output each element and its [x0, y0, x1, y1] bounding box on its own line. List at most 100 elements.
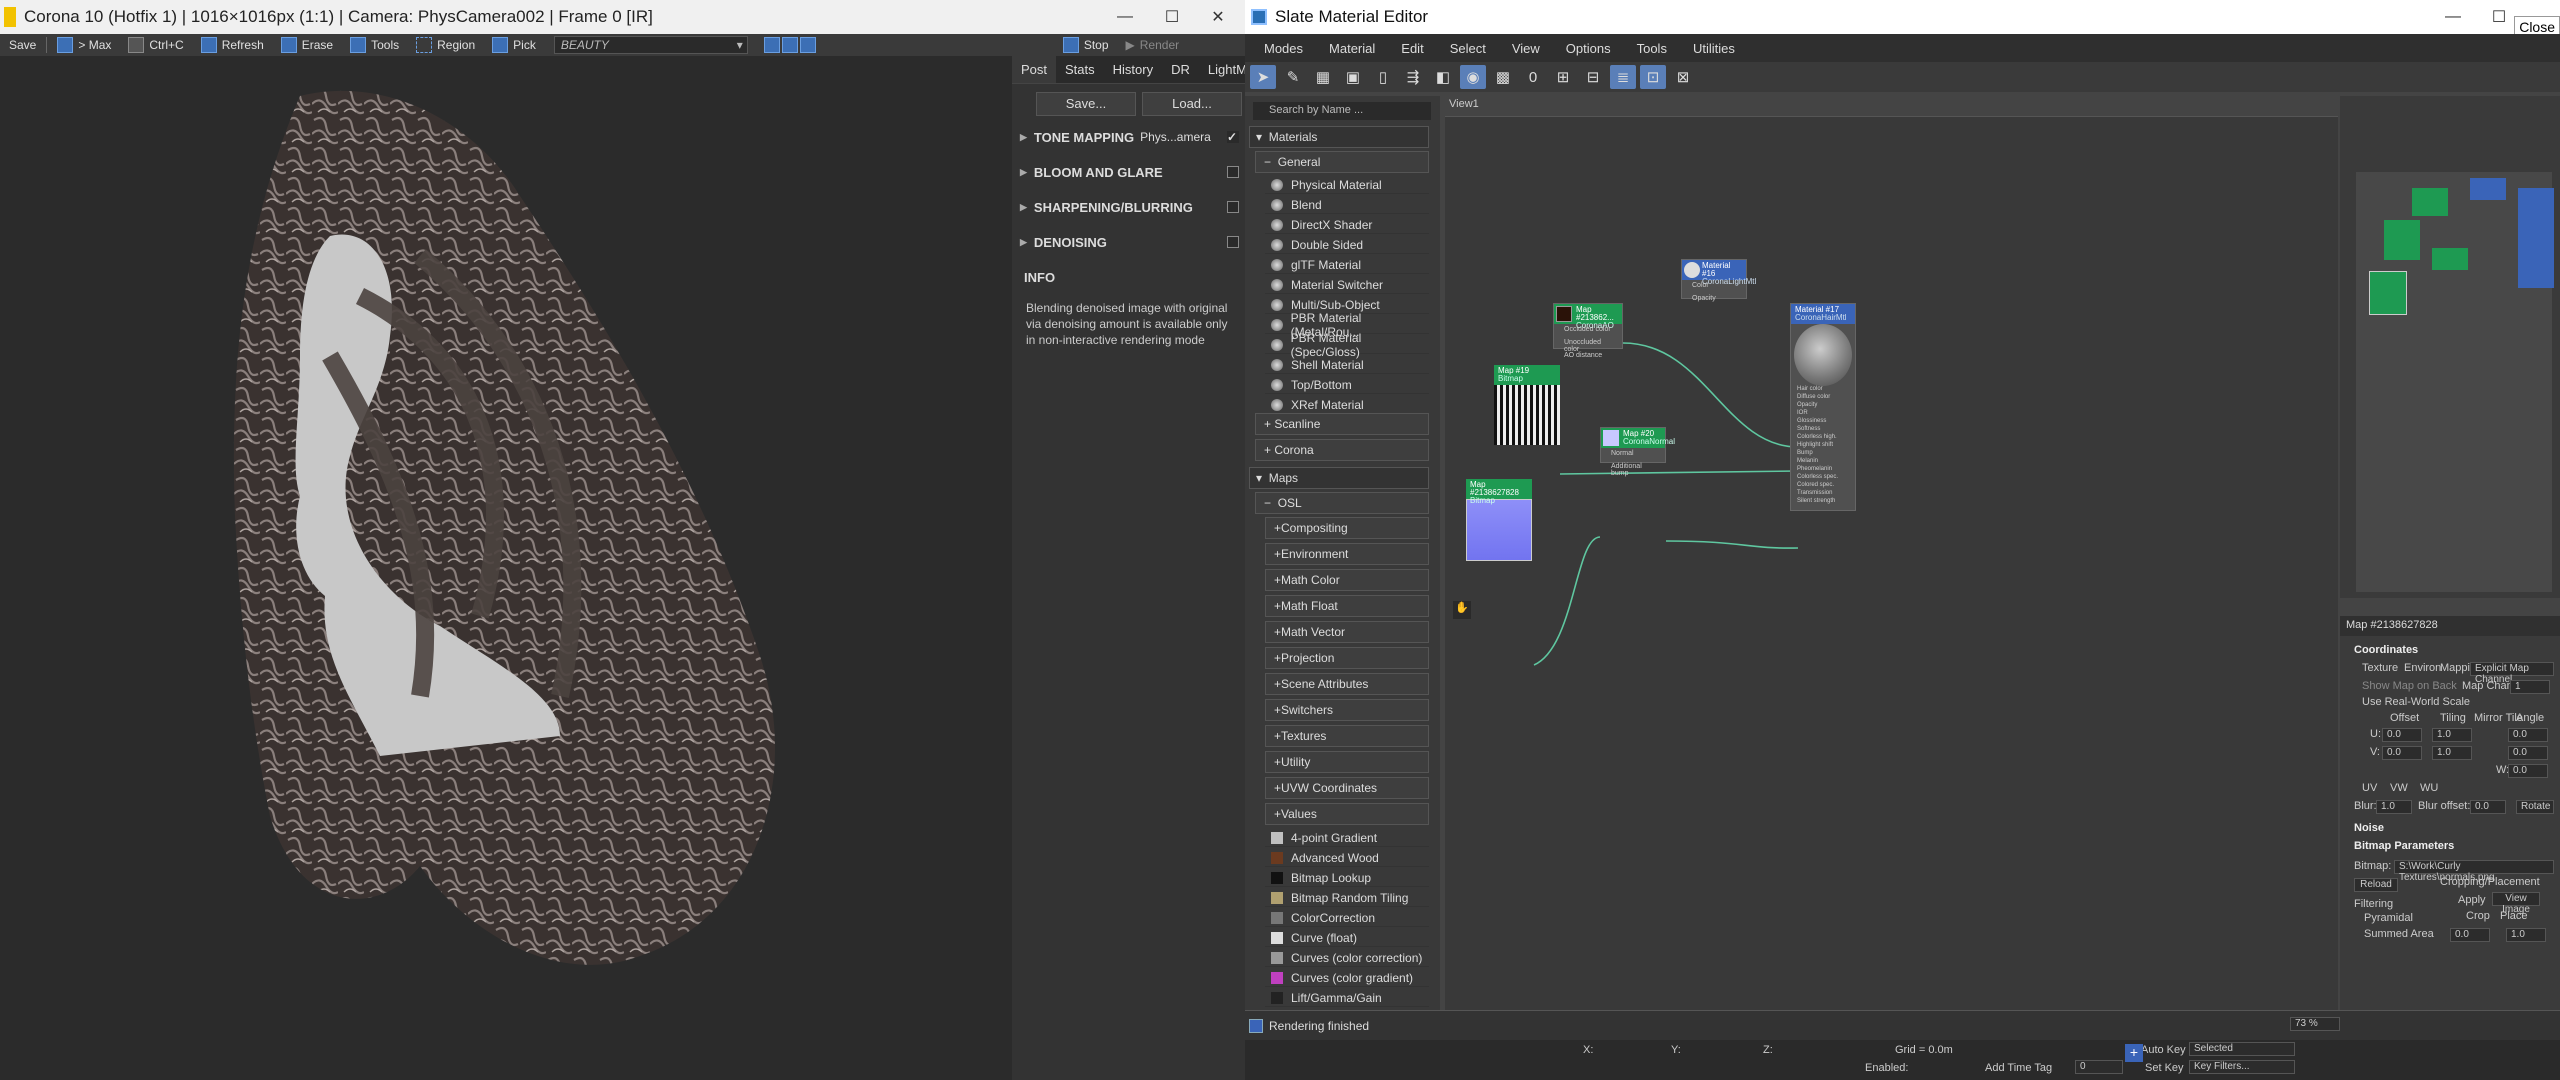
- summed-area-radio[interactable]: Summed Area: [2364, 928, 2434, 940]
- slot-normal[interactable]: Normal: [1601, 448, 1665, 461]
- maps-rollout[interactable]: ▾ Maps: [1249, 467, 1429, 489]
- osl-category[interactable]: + Textures: [1265, 725, 1429, 747]
- map-channel-input[interactable]: 1: [2510, 680, 2550, 694]
- menu-edit[interactable]: Edit: [1388, 41, 1436, 56]
- noise-rollout[interactable]: Noise: [2354, 822, 2384, 834]
- menu-modes[interactable]: Modes: [1251, 41, 1316, 56]
- save-button[interactable]: Save: [2, 35, 43, 55]
- rotate-button[interactable]: Rotate: [2516, 800, 2554, 814]
- blur-offset-input[interactable]: 0.0: [2470, 800, 2506, 814]
- tab-stats[interactable]: Stats: [1056, 56, 1104, 83]
- menu-view[interactable]: View: [1499, 41, 1553, 56]
- render-pass-dropdown[interactable]: BEAUTY: [553, 36, 748, 54]
- post-load-button[interactable]: Load...: [1142, 92, 1242, 116]
- hair-slot[interactable]: Diffuse color: [1791, 394, 1855, 402]
- new-key-icon[interactable]: +: [2125, 1044, 2143, 1062]
- menu-material[interactable]: Material: [1316, 41, 1388, 56]
- move-children-icon[interactable]: ⇶: [1400, 65, 1426, 89]
- hair-slot[interactable]: Highlight shift: [1791, 442, 1855, 450]
- view-image-button[interactable]: View Image: [2492, 892, 2540, 915]
- tools-button[interactable]: Tools: [343, 35, 406, 55]
- material-item[interactable]: XRef Material: [1265, 396, 1429, 414]
- node-corona-normal[interactable]: Map #20 CoronaNormal Normal Additional bu…: [1600, 427, 1675, 477]
- node-corona-ao[interactable]: Map #213862... CoronaAO Occluded color Un…: [1553, 303, 1623, 359]
- texture-radio[interactable]: Texture: [2362, 662, 2398, 674]
- node-view[interactable]: Map #213862... CoronaAO Occluded color Un…: [1445, 116, 2338, 1010]
- hair-slot[interactable]: Hair color: [1791, 386, 1855, 394]
- map-item[interactable]: Curve (float): [1265, 929, 1429, 947]
- map-item[interactable]: ColorCorrection: [1265, 909, 1429, 927]
- map-item[interactable]: Curves (color gradient): [1265, 969, 1429, 987]
- osl-group[interactable]: − OSL: [1255, 492, 1429, 514]
- set-key-button[interactable]: Set Key: [2145, 1062, 2184, 1074]
- put-material-icon[interactable]: ▦: [1310, 65, 1336, 89]
- wu-radio[interactable]: WU: [2420, 782, 2438, 794]
- stop-button[interactable]: Stop: [1056, 35, 1116, 55]
- parameter-editor-icon[interactable]: ⊡: [1640, 65, 1666, 89]
- v-tiling-input[interactable]: 1.0: [2432, 746, 2472, 760]
- hair-slot[interactable]: Colored spec.: [1791, 482, 1855, 490]
- minimize-icon[interactable]: —: [1107, 4, 1143, 30]
- show-map-icon[interactable]: ◧: [1430, 65, 1456, 89]
- u-angle-input[interactable]: 0.0: [2508, 728, 2548, 742]
- select-arrow-icon[interactable]: ➤: [1250, 65, 1276, 89]
- place-radio[interactable]: Place: [2500, 910, 2528, 922]
- map-item[interactable]: 4-point Gradient: [1265, 829, 1429, 847]
- reload-button[interactable]: Reload: [2354, 878, 2398, 892]
- maximize-icon[interactable]: ☐: [2481, 4, 2517, 30]
- copy-button[interactable]: Ctrl+C: [121, 35, 190, 55]
- osl-category[interactable]: + Math Vector: [1265, 621, 1429, 643]
- slot-ao-distance[interactable]: AO distance: [1554, 350, 1622, 363]
- assign-material-icon[interactable]: ▣: [1340, 65, 1366, 89]
- param-map-name[interactable]: Map #2138627828: [2340, 616, 2560, 636]
- material-item[interactable]: Shell Material: [1265, 356, 1429, 374]
- maximize-icon[interactable]: ☐: [1154, 4, 1190, 30]
- denoising-checkbox[interactable]: [1227, 236, 1239, 248]
- bitmap-params-rollout[interactable]: Bitmap Parameters: [2354, 840, 2454, 852]
- u-offset-input[interactable]: 0.0: [2382, 728, 2422, 742]
- material-item[interactable]: Top/Bottom: [1265, 376, 1429, 394]
- hair-slot[interactable]: Transmission: [1791, 490, 1855, 498]
- hair-slot[interactable]: Colorless spec.: [1791, 474, 1855, 482]
- bitmap-path-button[interactable]: S:\Work\Curly Textures\normals.png: [2394, 860, 2554, 883]
- osl-category[interactable]: + Scene Attributes: [1265, 673, 1429, 695]
- hand-pan-icon[interactable]: ✋: [1453, 601, 1471, 619]
- osl-category[interactable]: + UVW Coordinates: [1265, 777, 1429, 799]
- map-item[interactable]: Bitmap Lookup: [1265, 869, 1429, 887]
- key-filters-button[interactable]: Key Filters...: [2189, 1060, 2295, 1074]
- u-tiling-input[interactable]: 1.0: [2432, 728, 2472, 742]
- corona-group[interactable]: + Corona: [1255, 439, 1429, 461]
- material-item[interactable]: glTF Material: [1265, 256, 1429, 274]
- frame-input[interactable]: 0: [2075, 1060, 2123, 1074]
- apply-checkbox[interactable]: Apply: [2458, 894, 2486, 906]
- zoom-level[interactable]: 73 %: [2290, 1017, 2340, 1031]
- material-parameter-editor-icon[interactable]: ≣: [1610, 65, 1636, 89]
- post-save-button[interactable]: Save...: [1036, 92, 1136, 116]
- crop-radio[interactable]: Crop: [2466, 910, 2490, 922]
- to-max-button[interactable]: > Max: [50, 35, 118, 55]
- real-world-checkbox[interactable]: Use Real-World Scale: [2362, 696, 2470, 708]
- refresh-button[interactable]: Refresh: [194, 35, 271, 55]
- uv-radio[interactable]: UV: [2362, 782, 2377, 794]
- region-button[interactable]: Region: [409, 35, 482, 55]
- search-input[interactable]: Search by Name ...: [1253, 102, 1431, 120]
- hair-slot[interactable]: Glossiness: [1791, 418, 1855, 426]
- v-offset-input[interactable]: 0.0: [2382, 746, 2422, 760]
- hair-slot[interactable]: Pheomelanin: [1791, 466, 1855, 474]
- node-hair-material[interactable]: Material #17 CoronaHairMtl Hair color Diff…: [1790, 303, 1856, 511]
- layout-all-icon[interactable]: ⊞: [1550, 65, 1576, 89]
- osl-category[interactable]: + Environment: [1265, 543, 1429, 565]
- osl-category[interactable]: + Projection: [1265, 647, 1429, 669]
- menu-tools[interactable]: Tools: [1624, 41, 1680, 56]
- slot-additional-bump[interactable]: Additional bump: [1601, 461, 1665, 477]
- w-angle-input[interactable]: 0.0: [2508, 764, 2548, 778]
- material-item[interactable]: Double Sided: [1265, 236, 1429, 254]
- hair-slot[interactable]: Opacity: [1791, 402, 1855, 410]
- show-background-icon[interactable]: ◉: [1460, 65, 1486, 89]
- zoom-in-icon[interactable]: [763, 37, 780, 53]
- navigator-view[interactable]: [2356, 172, 2554, 592]
- bloom-checkbox[interactable]: [1227, 166, 1239, 178]
- sharpening-section[interactable]: ▶ SHARPENING/BLURRING: [1020, 194, 1245, 220]
- environ-radio[interactable]: Environ: [2404, 662, 2441, 674]
- zoom-out-icon[interactable]: [781, 37, 798, 53]
